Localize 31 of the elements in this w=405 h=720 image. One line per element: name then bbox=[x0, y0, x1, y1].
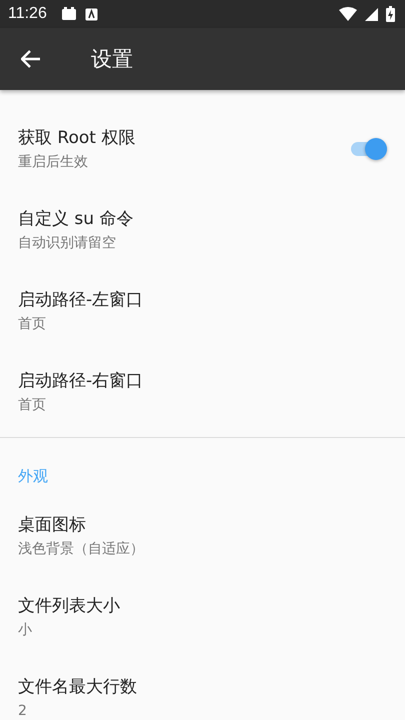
section-header: 外观 bbox=[18, 467, 48, 485]
setting-title: 文件名最大行数 bbox=[18, 676, 137, 699]
screen-title: 设置 bbox=[91, 46, 133, 73]
wifi-icon bbox=[339, 7, 357, 21]
back-arrow-icon bbox=[21, 50, 41, 68]
setting-summary: 自动识别请留空 bbox=[18, 234, 116, 253]
signal-icon bbox=[365, 8, 378, 20]
setting-summary: 重启后生效 bbox=[18, 153, 88, 172]
setting-title: 启动路径-右窗口 bbox=[18, 370, 144, 393]
setting-title: 文件列表大小 bbox=[18, 595, 120, 618]
settings-item[interactable]: 桌面图标 浅色背景（自适应） bbox=[0, 500, 405, 581]
setting-title: 启动路径-左窗口 bbox=[18, 289, 144, 312]
notification-icon bbox=[60, 7, 77, 21]
toggle-switch[interactable] bbox=[351, 138, 387, 160]
setting-summary: 首页 bbox=[18, 396, 46, 415]
settings-item[interactable]: 文件列表大小 小 bbox=[0, 581, 405, 662]
setting-title: 自定义 su 命令 bbox=[18, 208, 134, 231]
settings-item[interactable]: 获取 Root 权限 重启后生效 bbox=[0, 113, 405, 194]
setting-summary: 2 bbox=[18, 702, 27, 720]
battery-icon bbox=[386, 6, 395, 22]
setting-title: 获取 Root 权限 bbox=[18, 127, 136, 150]
status-time: 11:26 bbox=[8, 5, 47, 23]
setting-summary: 小 bbox=[18, 621, 32, 640]
setting-title: 桌面图标 bbox=[18, 514, 86, 537]
setting-summary: 浅色背景（自适应） bbox=[18, 540, 144, 559]
settings-item[interactable]: 启动路径-右窗口 首页 bbox=[0, 356, 405, 437]
settings-item[interactable]: 自定义 su 命令 自动识别请留空 bbox=[0, 194, 405, 275]
settings-item[interactable]: 文件名最大行数 2 bbox=[0, 662, 405, 720]
setting-summary: 首页 bbox=[18, 315, 46, 334]
settings-item[interactable]: 启动路径-左窗口 首页 bbox=[0, 275, 405, 356]
notification-icon bbox=[84, 8, 98, 20]
